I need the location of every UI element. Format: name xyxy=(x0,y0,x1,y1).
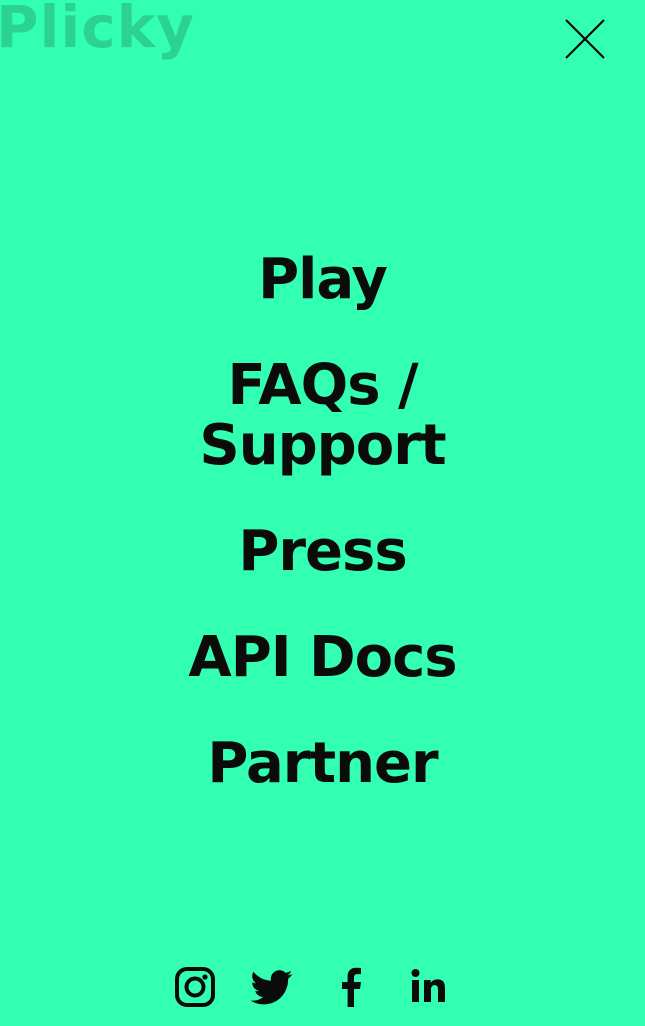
linkedin-link[interactable] xyxy=(408,966,450,1008)
facebook-icon xyxy=(342,967,361,1007)
menu-item-press: Press xyxy=(0,522,645,628)
menu-link-faqs-support[interactable]: FAQs / Support xyxy=(163,356,483,476)
menu-item-play: Play xyxy=(0,250,645,356)
menu-item-api-docs: API Docs xyxy=(0,628,645,734)
menu-item-partner: Partner xyxy=(0,734,645,794)
instagram-link[interactable] xyxy=(174,966,216,1008)
menu-item-faqs-support: FAQs / Support xyxy=(0,356,645,522)
twitter-icon xyxy=(250,970,293,1005)
close-button[interactable] xyxy=(562,16,608,62)
brand-logo[interactable]: Plicky xyxy=(0,0,195,56)
social-links xyxy=(0,966,645,1008)
menu-link-api-docs[interactable]: API Docs xyxy=(188,628,457,688)
menu-overlay: Plicky Play FAQs / Support Press API Doc… xyxy=(0,0,645,1026)
instagram-icon xyxy=(175,967,215,1007)
menu-link-play[interactable]: Play xyxy=(258,250,388,310)
facebook-link[interactable] xyxy=(330,966,372,1008)
main-menu: Play FAQs / Support Press API Docs Partn… xyxy=(0,250,645,794)
twitter-link[interactable] xyxy=(250,966,293,1008)
close-icon xyxy=(565,19,605,59)
menu-link-press[interactable]: Press xyxy=(238,522,407,582)
linkedin-icon xyxy=(411,969,445,1002)
menu-link-partner[interactable]: Partner xyxy=(207,734,438,794)
